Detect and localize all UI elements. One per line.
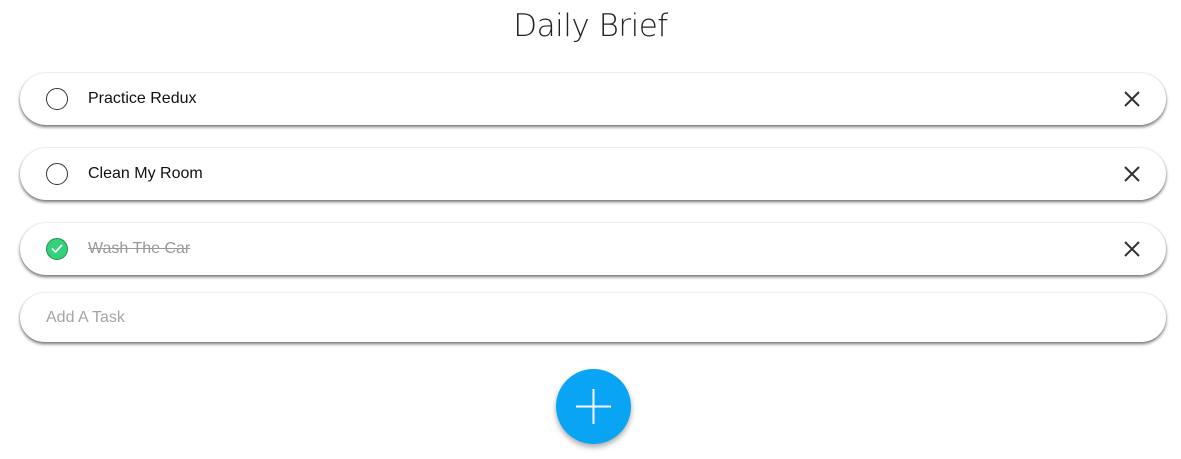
task-label: Practice Redux [88,90,197,107]
circle-checkbox-icon[interactable] [46,88,68,110]
task-item: Wash The Car [20,223,1166,275]
close-icon[interactable] [1122,89,1142,109]
close-icon[interactable] [1122,239,1142,259]
circle-checkbox-icon[interactable] [46,163,68,185]
todo-app: Daily Brief Practice Redux Clean My Room [0,0,1181,459]
add-task-button[interactable] [556,369,631,444]
check-icon[interactable] [46,238,68,260]
task-label: Wash The Car [88,240,191,257]
close-icon[interactable] [1122,164,1142,184]
task-item: Practice Redux [20,73,1166,125]
add-task-input[interactable] [46,307,1126,329]
task-label: Clean My Room [88,165,203,182]
task-item: Clean My Room [20,148,1166,200]
page-title: Daily Brief [513,8,668,44]
add-task-card [20,293,1166,342]
